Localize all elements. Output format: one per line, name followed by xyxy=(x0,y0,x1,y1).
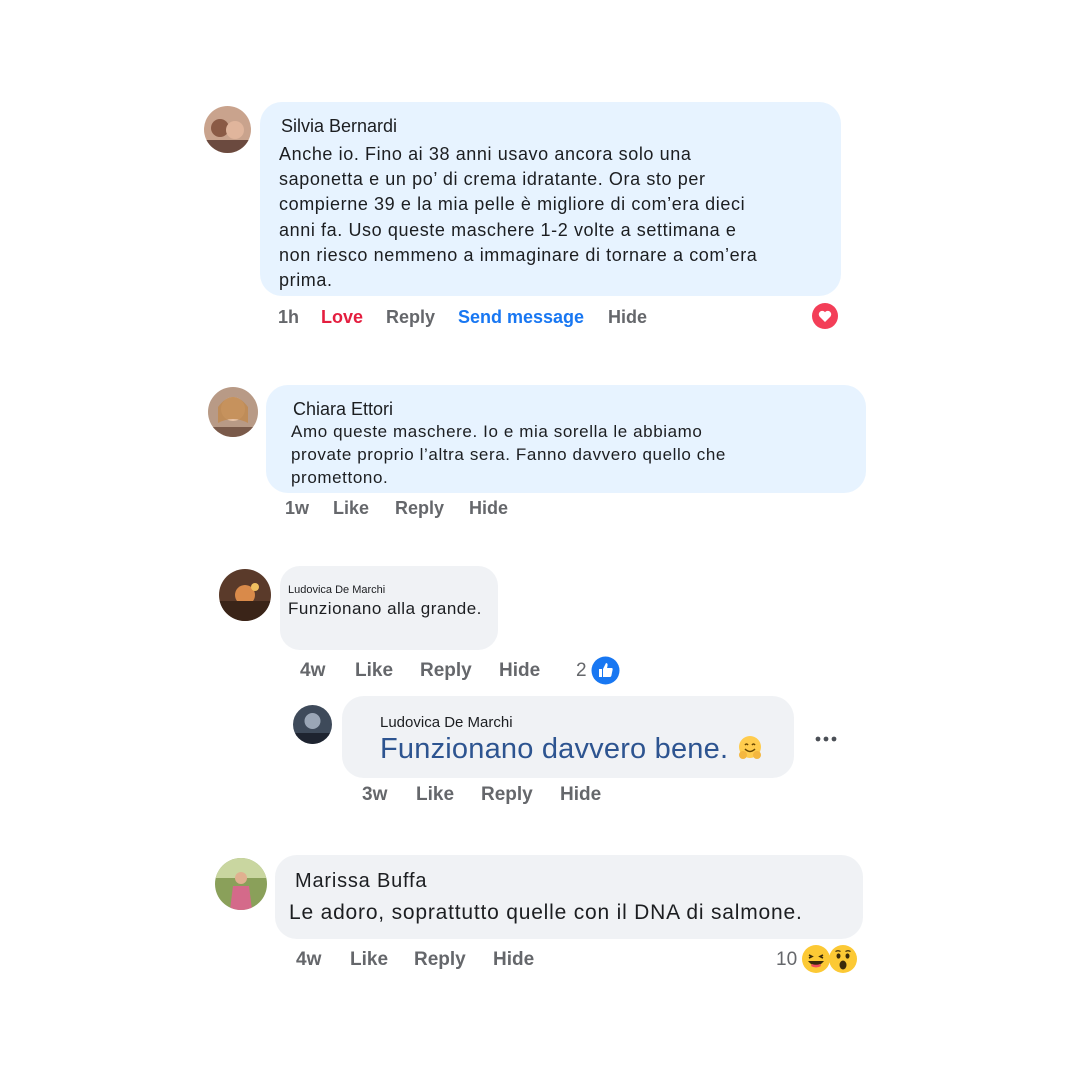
more-options-icon[interactable] xyxy=(814,723,838,749)
love-button[interactable]: Love xyxy=(321,307,363,328)
comment-text: Le adoro, soprattutto quelle con il DNA … xyxy=(289,901,803,924)
reply-button[interactable]: Reply xyxy=(420,660,472,682)
comment-text: Funzionano alla grande. xyxy=(288,599,482,618)
comment-bubble: Silvia Bernardi Anche io. Fino ai 38 ann… xyxy=(260,102,841,296)
send-message-button[interactable]: Send message xyxy=(458,307,584,328)
like-button[interactable]: Like xyxy=(350,949,388,971)
heart-icon[interactable] xyxy=(811,302,839,330)
timestamp[interactable]: 1w xyxy=(285,498,309,519)
comment-author[interactable]: Silvia Bernardi xyxy=(281,116,821,137)
hide-button[interactable]: Hide xyxy=(469,498,508,519)
hide-button[interactable]: Hide xyxy=(499,660,540,682)
like-button[interactable]: Like xyxy=(355,660,393,682)
comment-line: provate proprio l’altra sera. Fanno davv… xyxy=(291,445,726,464)
avatar[interactable] xyxy=(219,569,271,621)
reply-button[interactable]: Reply xyxy=(395,498,444,519)
hide-button[interactable]: Hide xyxy=(560,784,601,806)
like-button[interactable]: Like xyxy=(416,784,454,806)
comment-line: Amo queste maschere. Io e mia sorella le… xyxy=(291,422,703,441)
comment-line: compierne 39 e la mia pelle è migliore d… xyxy=(279,194,746,215)
timestamp[interactable]: 1h xyxy=(278,307,299,328)
avatar[interactable] xyxy=(204,106,251,153)
hugging-face-emoji xyxy=(737,735,763,761)
comment-line: prima. xyxy=(279,270,333,291)
thumbs-up-icon[interactable] xyxy=(591,656,620,685)
comment-author[interactable]: Ludovica De Marchi xyxy=(288,584,488,596)
hide-button[interactable]: Hide xyxy=(608,307,647,328)
timestamp[interactable]: 4w xyxy=(300,660,325,682)
comment-line: saponetta e un po’ di crema idratante. O… xyxy=(279,169,706,190)
reply-button[interactable]: Reply xyxy=(414,949,466,971)
avatar[interactable] xyxy=(293,705,332,744)
comment-bubble: Ludovica De Marchi Funzionano davvero be… xyxy=(342,696,794,778)
laughing-emoji[interactable] xyxy=(801,944,831,974)
avatar[interactable] xyxy=(208,387,258,437)
hide-button[interactable]: Hide xyxy=(493,949,534,971)
comment-author[interactable]: Ludovica De Marchi xyxy=(380,714,784,731)
reply-button[interactable]: Reply xyxy=(481,784,533,806)
avatar[interactable] xyxy=(215,858,267,910)
reaction-count[interactable]: 2 xyxy=(576,660,587,682)
comment-line: promettono. xyxy=(291,468,389,487)
comment-author[interactable]: Chiara Ettori xyxy=(293,399,846,420)
wow-emoji[interactable] xyxy=(828,944,858,974)
comment-line: anni fa. Uso queste maschere 1-2 volte a… xyxy=(279,219,737,240)
comment-bubble: Marissa Buffa Le adoro, soprattutto quel… xyxy=(275,855,863,939)
timestamp[interactable]: 3w xyxy=(362,784,387,806)
comment-line: non riesco nemmeno a immaginare di torna… xyxy=(279,244,758,265)
timestamp[interactable]: 4w xyxy=(296,949,321,971)
comment-bubble: Ludovica De Marchi Funzionano alla grand… xyxy=(280,566,498,650)
comment-text: Funzionano davvero bene. xyxy=(380,733,729,765)
like-button[interactable]: Like xyxy=(333,498,369,519)
reaction-count[interactable]: 10 xyxy=(776,949,797,971)
comment-author[interactable]: Marissa Buffa xyxy=(295,870,853,893)
reply-button[interactable]: Reply xyxy=(386,307,435,328)
comment-line: Anche io. Fino ai 38 anni usavo ancora s… xyxy=(279,144,692,164)
comment-bubble: Chiara Ettori Amo queste maschere. Io e … xyxy=(266,385,866,493)
